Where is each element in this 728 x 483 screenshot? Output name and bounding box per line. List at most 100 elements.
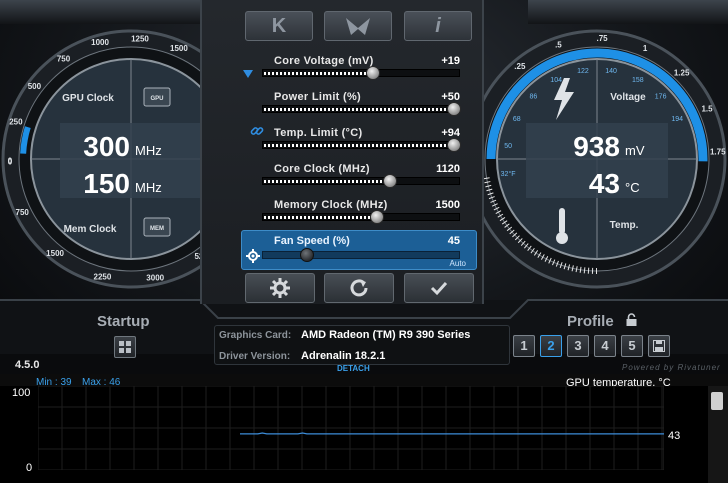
gauge-scale-label: 1500 (170, 44, 188, 53)
reset-button[interactable] (324, 273, 394, 303)
temp-f-label: 50 (504, 143, 512, 150)
core-clock-value: 1120 (436, 163, 460, 175)
thermometer-bulb (556, 232, 568, 244)
voltage-title: Voltage (610, 92, 646, 103)
graphics-card-label: Graphics Card: (219, 330, 292, 341)
gauge-scale-label: 1250 (131, 34, 149, 43)
core-voltage-thumb[interactable] (366, 66, 381, 80)
startup-label: Startup (97, 313, 150, 330)
gpu-clock-unit: MHz (135, 143, 162, 158)
temp-limit-thumb[interactable] (447, 138, 461, 152)
temperature-unit: °C (625, 180, 640, 195)
gpu-chip-label: GPU (150, 96, 163, 102)
fan-settings-icon[interactable] (246, 249, 260, 263)
temp-f-label: 86 (529, 93, 537, 100)
gauge-scale-label: 750 (57, 55, 71, 64)
monitor-scrollbar-thumb[interactable] (711, 392, 723, 410)
detach-button[interactable]: DETACH (337, 364, 370, 373)
monitor-current-value: 43 (668, 430, 681, 442)
core-voltage-track[interactable] (262, 66, 460, 80)
temp-f-label: 104 (550, 77, 562, 84)
voltage-value: 938 (573, 131, 620, 162)
power-limit-track[interactable] (262, 102, 461, 116)
mem-clock-value: 150 (83, 168, 130, 199)
core-clock-slider[interactable]: Core Clock (MHz) 1120 (262, 163, 460, 197)
temp-f-label: 122 (577, 68, 589, 75)
thermometer-icon (559, 208, 565, 234)
temp-f-label: 32°F (501, 170, 516, 178)
fan-speed-thumb[interactable] (299, 248, 314, 262)
profile-slot-4[interactable]: 4 (594, 335, 616, 357)
voltage-temp-gauge: .25 .5 .75 1 1.25 1.5 1.75 Voltage 938 mV 43 °C Temp… (466, 28, 728, 290)
save-icon (653, 340, 665, 352)
profile-label: Profile (567, 313, 614, 330)
settings-button[interactable] (245, 273, 315, 303)
temp-limit-slider[interactable]: Temp. Limit (°C) +94 (262, 127, 461, 161)
fan-auto-toggle[interactable]: Auto (450, 259, 466, 268)
info-button[interactable]: i (404, 11, 472, 41)
core-voltage-slider[interactable]: Core Voltage (mV) +19 (262, 55, 460, 89)
gauge-scale-label: 0 (8, 157, 13, 166)
memory-clock-track[interactable] (262, 210, 460, 224)
gauge-readout-band (60, 123, 202, 198)
powered-by-label: Powered by Rivatuner (622, 363, 721, 372)
k-logo-icon: K (271, 15, 287, 37)
core-clock-label: Core Clock (MHz) (274, 163, 370, 175)
voltage-scale-label: .25 (514, 62, 526, 71)
windows-icon (119, 341, 131, 353)
power-limit-thumb[interactable] (447, 102, 461, 116)
memory-clock-label: Memory Clock (MHz) (274, 199, 388, 211)
fan-speed-track[interactable] (262, 248, 460, 262)
profile-slot-3[interactable]: 3 (567, 335, 589, 357)
driver-version-label: Driver Version: (219, 351, 291, 362)
lock-icon[interactable] (626, 313, 637, 326)
voltage-scale-label: 1 (643, 44, 648, 53)
fan-speed-label: Fan Speed (%) (274, 235, 350, 247)
memory-clock-thumb[interactable] (369, 210, 384, 224)
profile-slot-2[interactable]: 2 (540, 335, 562, 357)
afterburner-skin: 0250500750100012501500175020002250250037… (0, 0, 728, 374)
mem-clock-unit: MHz (135, 180, 162, 195)
settings-icon (270, 278, 290, 298)
voltage-scale-label: 1.5 (701, 105, 713, 114)
k-logo-button[interactable]: K (245, 11, 313, 41)
mem-chip-label: MEM (150, 226, 164, 232)
temperature-value: 43 (589, 168, 620, 199)
profile-save-button[interactable] (648, 335, 670, 357)
voltage-scale-label: .75 (597, 34, 609, 43)
monitor-y-max: 100 (12, 387, 31, 399)
collapse-arrow-icon[interactable] (243, 70, 253, 78)
temp-f-label: 194 (671, 116, 683, 123)
voltage-unit: mV (625, 143, 645, 158)
temp-f-label: 140 (605, 68, 617, 75)
temp-f-label: 68 (513, 116, 521, 123)
memory-clock-value: 1500 (435, 199, 460, 211)
monitor-scrollbar[interactable] (708, 386, 728, 483)
gauge-scale-label: 3000 (146, 274, 164, 283)
mem-clock-title: Mem Clock (64, 224, 117, 235)
core-clock-thumb[interactable] (382, 174, 397, 188)
graphics-card-value: AMD Radeon (TM) R9 390 Series (301, 329, 471, 341)
gauge-scale-label: 1000 (91, 38, 109, 47)
power-limit-slider[interactable]: Power Limit (%) +50 (262, 91, 461, 125)
profile-slot-1[interactable]: 1 (513, 335, 535, 357)
gauge-scale-label: 750 (16, 208, 30, 217)
apply-button[interactable] (404, 273, 474, 303)
temperature-title: Temp. (610, 220, 639, 231)
info-icon: i (435, 15, 441, 37)
core-voltage-value: +19 (441, 55, 460, 67)
core-voltage-label: Core Voltage (mV) (274, 55, 374, 67)
voltage-scale-label: 1.75 (710, 147, 726, 156)
gauge-scale-label: 250 (9, 118, 23, 127)
msi-logo-button[interactable] (324, 11, 392, 41)
gauge-scale-label: 1500 (46, 249, 64, 258)
core-clock-track[interactable] (262, 174, 460, 188)
version-label: 4.5.0 (15, 359, 40, 371)
temp-limit-track[interactable] (262, 138, 461, 152)
voltage-scale-label: 1.25 (674, 69, 690, 78)
profile-slot-5[interactable]: 5 (621, 335, 643, 357)
driver-version-value: Adrenalin 18.2.1 (301, 350, 386, 362)
temp-f-label: 158 (632, 77, 644, 84)
memory-clock-slider[interactable]: Memory Clock (MHz) 1500 (262, 199, 460, 233)
startup-button[interactable] (114, 336, 136, 358)
